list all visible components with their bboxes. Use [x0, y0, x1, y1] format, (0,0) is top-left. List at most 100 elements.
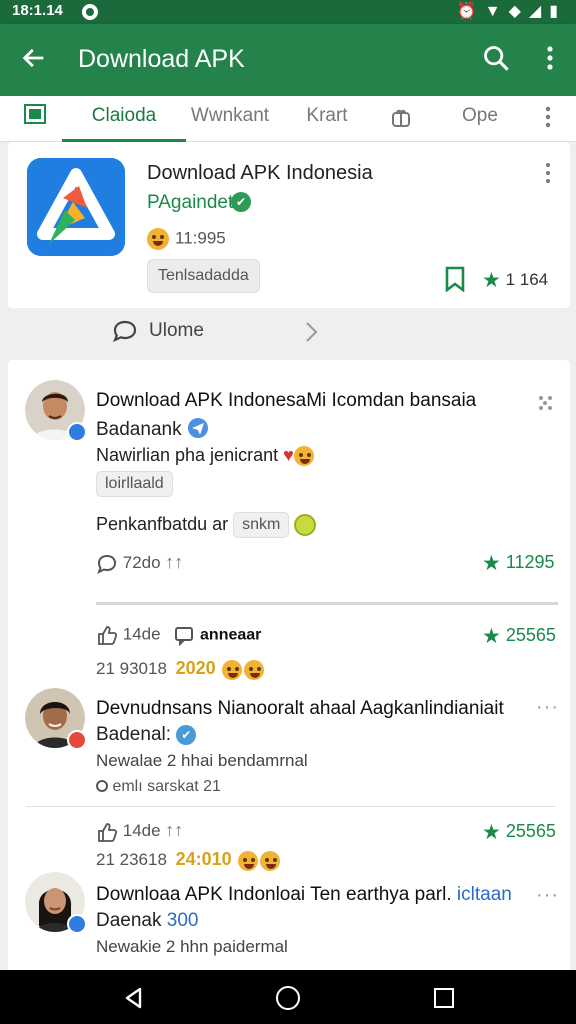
share-icon[interactable]: ↑↑ — [165, 820, 183, 840]
emoji-icon — [222, 659, 243, 680]
verified-badge-icon — [67, 914, 87, 934]
post-meta-text: emlı sarskat 21 — [112, 778, 221, 795]
notification-icon — [82, 4, 98, 20]
emoji-pair-icon — [220, 659, 265, 680]
comments-row[interactable]: Ulome — [0, 310, 576, 358]
post-title[interactable]: Download APK IndonesaMi Icomdan bansaia — [96, 390, 476, 412]
post-author: Badanank — [96, 417, 209, 441]
divider — [96, 602, 558, 605]
post-title-text: Downloaa APK Indonloai Ten earthya parl. — [96, 884, 452, 905]
comment-icon[interactable] — [173, 624, 195, 646]
post-rating: ★ 25565 — [482, 624, 556, 649]
more-options-icon[interactable]: ··· — [536, 884, 559, 907]
post-date: 21 23618 — [96, 850, 167, 869]
verified-badge-icon: ✔ — [176, 724, 197, 745]
post-title[interactable]: Downloaa APK Indonloai Ten earthya parl.… — [96, 884, 512, 906]
emoji-icon — [238, 850, 259, 871]
bookmark-icon[interactable] — [444, 266, 466, 292]
card-more-icon[interactable] — [542, 162, 554, 184]
reaction-row: 72do ↑↑ — [96, 552, 183, 575]
send-icon — [187, 418, 208, 438]
avatar[interactable] — [25, 688, 87, 750]
star-icon: ★ — [482, 821, 501, 844]
post-body: Newalae 2 hhai bendamrnal — [96, 751, 308, 770]
like-count: 14de — [122, 624, 161, 644]
status-badge-icon — [67, 730, 87, 750]
thumbs-up-icon[interactable] — [96, 624, 118, 646]
app-meta-value: 11:995 — [175, 228, 226, 248]
tabs-more-icon[interactable] — [540, 104, 556, 130]
post-year: 2020 — [175, 658, 216, 678]
nav-recents-icon[interactable] — [434, 988, 454, 1008]
system-status-icons: ⏰▼◆◢▮ — [456, 3, 566, 20]
avatar[interactable] — [25, 872, 87, 934]
post-chip-2[interactable]: snkm — [233, 512, 290, 538]
post-author-name: Badanank — [96, 419, 182, 440]
verified-badge-icon: ✔ — [231, 192, 251, 212]
overflow-menu-icon[interactable] — [538, 44, 562, 72]
like-row: 14de ↑↑ — [96, 820, 183, 843]
post-chip-label: loirllaald — [96, 471, 173, 497]
post-author-number: 300 — [166, 910, 199, 931]
heart-emoji-icon: ♥ — [283, 445, 294, 465]
tab-ope[interactable]: Ope — [452, 96, 508, 142]
app-logo[interactable] — [27, 158, 125, 256]
tab-wwnkant[interactable]: Wwnkant — [186, 96, 274, 142]
comment-count: 72do — [122, 553, 161, 572]
star-icon: ★ — [482, 625, 501, 648]
divider — [26, 806, 556, 807]
page-title: Download APK — [78, 45, 245, 73]
more-options-icon[interactable]: ··· — [536, 696, 559, 719]
app-bar: Download APK — [0, 24, 576, 96]
app-rating-value: 1 164 — [505, 270, 549, 289]
gift-tab-icon[interactable] — [390, 107, 412, 129]
nav-back-icon[interactable] — [122, 986, 146, 1010]
post-title[interactable]: Devnudnsans Nianooralt ahaal Aagkanlindi… — [96, 698, 504, 720]
status-bar: 18:1.14 ⏰▼◆◢▮ — [0, 0, 576, 24]
app-info-card: Download APK Indonesia PAgaindet ✔ 11:99… — [8, 142, 570, 308]
avatar[interactable] — [25, 380, 87, 442]
post-author-name: Daenak — [96, 910, 162, 931]
smiley-icon — [294, 514, 317, 536]
emoji-pair-icon — [236, 850, 281, 871]
star-icon: ★ — [482, 269, 501, 292]
comment-badge: anneaar — [200, 626, 262, 644]
post-body: Nawirlian pha jenicrant ♥ — [96, 445, 314, 467]
app-developer[interactable]: PAgaindet — [147, 192, 233, 214]
post-title-link[interactable]: icltaan — [457, 884, 512, 905]
post-rating-value: 11295 — [505, 552, 555, 572]
share-icon[interactable]: ↑↑ — [165, 552, 183, 572]
star-icon: ★ — [482, 552, 501, 575]
chevron-right-icon — [306, 322, 318, 342]
tab-claioda[interactable]: Claioda — [62, 96, 186, 142]
search-icon[interactable] — [482, 44, 510, 72]
post-body-2-text: Penkanfbatdu ar — [96, 513, 229, 534]
posts-card: Download APK IndonesaMi Icomdan bansaia … — [8, 360, 570, 972]
thumbs-up-icon[interactable] — [96, 821, 118, 843]
app-name: Download APK Indonesia — [147, 162, 373, 184]
post-rating-value: 25565 — [505, 821, 556, 841]
post-date-row: 21 93018 2020 — [96, 658, 265, 680]
comment-icon[interactable] — [96, 553, 118, 575]
app-rating: ★ 1 164 — [482, 268, 548, 293]
like-row: 14de anneaar — [96, 624, 261, 646]
post-body-2: Penkanfbatdu ar snkm — [96, 512, 317, 538]
emoji-icon — [244, 659, 265, 680]
post-body: Newakie 2 hhn paidermal — [96, 937, 288, 956]
post-chip[interactable]: loirllaald — [96, 471, 173, 497]
more-options-icon[interactable] — [536, 393, 556, 413]
post-rating: ★ 25565 — [482, 820, 556, 845]
app-tag-chip[interactable]: Tenlsadadda — [147, 259, 260, 293]
emoji-icon — [293, 446, 314, 467]
grid-tab-icon[interactable] — [24, 104, 46, 124]
post-author-name: Badenal: — [96, 724, 172, 745]
post-rating: ★ 11295 — [482, 551, 555, 576]
post-author: Daenak 300 — [96, 910, 198, 932]
post-date-row: 21 23618 24:010 — [96, 849, 281, 871]
app-meta: 11:995 — [147, 228, 226, 250]
back-arrow-icon[interactable] — [20, 44, 48, 72]
comment-bubble-icon — [112, 320, 137, 343]
emoji-icon — [147, 228, 169, 250]
nav-home-icon[interactable] — [276, 986, 300, 1010]
tab-krart[interactable]: Krart — [296, 96, 358, 142]
